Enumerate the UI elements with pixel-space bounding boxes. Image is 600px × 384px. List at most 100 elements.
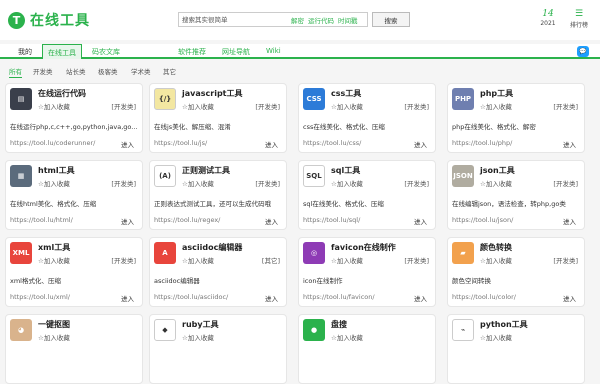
add-favorite-button[interactable]: ☆加入收藏 [331, 178, 363, 188]
tool-card[interactable]: {/} javascript工具 ☆加入收藏 [开发类] 在线js美化、解压缩、混淆 ht… [149, 83, 287, 153]
tool-category-tag: [开发类] [404, 180, 429, 188]
subcat-dev[interactable]: 开发类 [33, 66, 53, 76]
enter-link[interactable]: 进入 [563, 139, 576, 149]
enter-link[interactable]: 进入 [121, 216, 134, 226]
enter-link[interactable]: 进入 [265, 293, 278, 303]
enter-link[interactable]: 进入 [121, 293, 134, 303]
tool-card[interactable]: ⌁ python工具 ☆加入收藏 [447, 314, 585, 384]
tool-card-title[interactable]: 在线运行代码 [38, 88, 86, 99]
tool-category-tag: [其它] [261, 257, 280, 265]
quick-link-timestamp[interactable]: 时间戳 [338, 15, 358, 25]
add-favorite-button[interactable]: ☆加入收藏 [38, 178, 70, 188]
nav-item-wenku[interactable]: 码农文库 [92, 47, 120, 57]
tool-card-title[interactable]: 颜色转换 [480, 242, 512, 253]
add-favorite-button[interactable]: ☆加入收藏 [182, 255, 214, 265]
quick-link-decrypt[interactable]: 解密 [291, 15, 304, 25]
enter-link[interactable]: 进入 [121, 139, 134, 149]
add-favorite-button[interactable]: ☆加入收藏 [480, 255, 512, 265]
enter-link[interactable]: 进入 [265, 139, 278, 149]
tool-card[interactable]: (A) 正则测试工具 ☆加入收藏 [开发类] 正则表达式测试工具，还可以生成代码哦 htt… [149, 160, 287, 230]
enter-link[interactable]: 进入 [563, 293, 576, 303]
nav-item-online-tools[interactable]: 在线工具 [42, 44, 82, 59]
tool-card-title[interactable]: xml工具 [38, 242, 70, 253]
date-display: 14 2021 [536, 9, 560, 27]
sql-icon: SQL [303, 165, 325, 187]
tool-card-title[interactable]: favicon在线制作 [331, 242, 396, 253]
tool-card-description: 正则表达式测试工具，还可以生成代码哦 [154, 200, 271, 208]
nav-item-wiki[interactable]: Wiki [266, 47, 281, 55]
tool-card-description: 在线编辑json，语法检查，转php,go类 [452, 200, 566, 208]
tool-card[interactable]: SQL sql工具 ☆加入收藏 [开发类] sql在线美化、格式化、压缩 https://… [298, 160, 436, 230]
pansou-icon: ● [303, 319, 325, 341]
list-icon: ☰ [574, 9, 584, 19]
tool-card-title[interactable]: python工具 [480, 319, 528, 330]
tool-card-description: php在线美化、格式化、解密 [452, 123, 536, 131]
nav-item-navigation[interactable]: 网址导航 [222, 47, 250, 57]
nav-item-software[interactable]: 软件推荐 [178, 47, 206, 57]
quick-link-run-code[interactable]: 运行代码 [308, 15, 334, 25]
tool-card-description: 在线运行php,c,c++,go,python,java,go... [10, 123, 138, 131]
tool-card[interactable]: ▤ 在线运行代码 ☆加入收藏 [开发类] 在线运行php,c,c++,go,python… [5, 83, 143, 153]
tool-card-url: https://tool.lu/sql/ [303, 216, 361, 224]
tool-card-title[interactable]: 盘搜 [331, 319, 347, 330]
site-logo[interactable]: T 在线工具 [8, 10, 90, 30]
add-favorite-button[interactable]: ☆加入收藏 [480, 178, 512, 188]
enter-link[interactable]: 进入 [414, 216, 427, 226]
tool-card-title[interactable]: php工具 [480, 88, 513, 99]
subcat-geek[interactable]: 极客类 [98, 66, 118, 76]
tool-category-tag: [开发类] [553, 257, 578, 265]
search-input[interactable] [179, 13, 287, 26]
tool-card-title[interactable]: javascript工具 [182, 88, 243, 99]
search-button[interactable]: 搜索 [372, 12, 410, 27]
tool-card[interactable]: ▰ 颜色转换 ☆加入收藏 [开发类] 颜色空间转换 https://tool.lu/col… [447, 237, 585, 307]
tool-card[interactable]: ● 盘搜 ☆加入收藏 [298, 314, 436, 384]
tool-card-title[interactable]: sql工具 [331, 165, 360, 176]
add-favorite-button[interactable]: ☆加入收藏 [331, 255, 363, 265]
tool-card[interactable]: ◆ ruby工具 ☆加入收藏 [149, 314, 287, 384]
color-palette-icon: ▰ [452, 242, 474, 264]
tool-card-title[interactable]: json工具 [480, 165, 515, 176]
site-title: 在线工具 [30, 13, 90, 29]
tool-card[interactable]: CSS css工具 ☆加入收藏 [开发类] css在线美化、格式化、压缩 https://… [298, 83, 436, 153]
tool-card[interactable]: ▦ html工具 ☆加入收藏 [开发类] 在线html美化、格式化、压缩 https://… [5, 160, 143, 230]
tool-card-title[interactable]: ruby工具 [182, 319, 219, 330]
add-favorite-button[interactable]: ☆加入收藏 [38, 255, 70, 265]
tool-card[interactable]: ◎ favicon在线制作 ☆加入收藏 [开发类] icon在线制作 https://to… [298, 237, 436, 307]
tool-card-title[interactable]: 正则测试工具 [182, 165, 230, 176]
add-favorite-button[interactable]: ☆加入收藏 [480, 101, 512, 111]
subcat-academic[interactable]: 学术类 [131, 66, 151, 76]
tool-card[interactable]: PHP php工具 ☆加入收藏 [开发类] php在线美化、格式化、解密 https://… [447, 83, 585, 153]
tool-card[interactable]: Aasciidoc编辑器 ☆加入收藏 [其它] asciidoc编辑器 https://… [149, 237, 287, 307]
add-favorite-button[interactable]: ☆加入收藏 [38, 101, 70, 111]
tool-card-description: xml格式化、压缩 [10, 277, 61, 285]
tool-card-title[interactable]: asciidoc编辑器 [182, 242, 242, 253]
add-favorite-button[interactable]: ☆加入收藏 [182, 178, 214, 188]
tool-card[interactable]: JSON json工具 ☆加入收藏 [开发类] 在线编辑json，语法检查，转php,g… [447, 160, 585, 230]
subcat-all[interactable]: 所有 [9, 66, 22, 78]
javascript-icon: {/} [154, 88, 176, 110]
subcat-webmaster[interactable]: 站长类 [66, 66, 86, 76]
css-icon: CSS [303, 88, 325, 110]
search-box: 解密 运行代码 时间戳 [178, 12, 368, 27]
tool-card-title[interactable]: css工具 [331, 88, 361, 99]
date-day: 14 [542, 9, 554, 19]
nav-item-mine[interactable]: 我的 [18, 47, 32, 57]
tool-card-url: https://tool.lu/js/ [154, 139, 208, 147]
chat-bubble-icon[interactable]: 💬 [577, 46, 589, 57]
enter-link[interactable]: 进入 [265, 216, 278, 226]
add-favorite-button[interactable]: ☆加入收藏 [331, 101, 363, 111]
tool-card[interactable]: ◕ 一键抠图 ☆加入收藏 [5, 314, 143, 384]
enter-link[interactable]: 进入 [414, 293, 427, 303]
favicon-icon: ◎ [303, 242, 325, 264]
tool-card-url: https://tool.lu/color/ [452, 293, 516, 301]
enter-link[interactable]: 进入 [563, 216, 576, 226]
add-favorite-button[interactable]: ☆加入收藏 [182, 101, 214, 111]
tool-card-description: 在线js美化、解压缩、混淆 [154, 123, 231, 131]
regex-icon: (A) [154, 165, 176, 187]
tool-card-title[interactable]: html工具 [38, 165, 75, 176]
subcat-other[interactable]: 其它 [163, 66, 176, 76]
enter-link[interactable]: 进入 [414, 139, 427, 149]
ranking-link[interactable]: ☰ 排行榜 [566, 9, 592, 29]
tool-card-title[interactable]: 一键抠图 [38, 319, 70, 330]
tool-card[interactable]: XML xml工具 ☆加入收藏 [开发类] xml格式化、压缩 https://tool.… [5, 237, 143, 307]
